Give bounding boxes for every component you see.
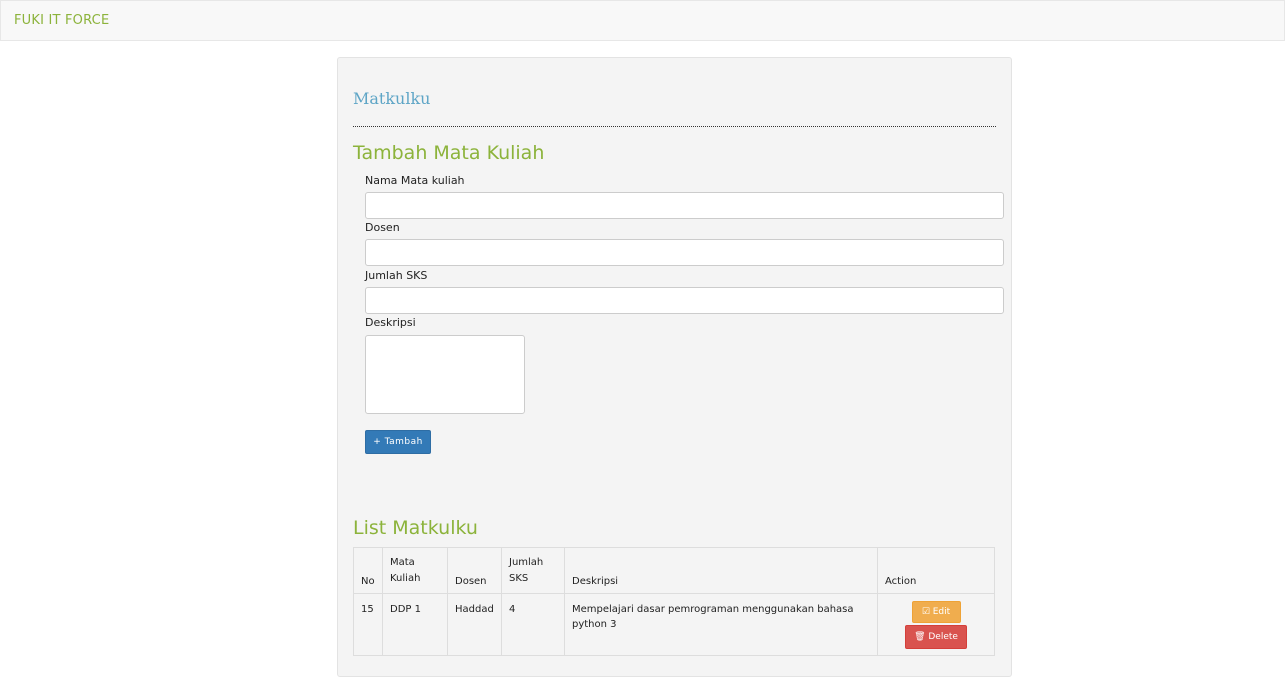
cell-action: ☑ Edit 🗑 Delete [877, 593, 995, 656]
cell-deskripsi: Mempelajari dasar pemrograman menggunaka… [564, 593, 878, 656]
matkul-table: No Mata Kuliah Dosen Jumlah SKS Deskrips… [353, 547, 995, 656]
form-title: Tambah Mata Kuliah [353, 142, 545, 164]
col-no: No [353, 547, 383, 594]
sks-label: Jumlah SKS [365, 269, 428, 282]
edit-icon: ☑ [921, 607, 933, 617]
sks-input[interactable] [365, 287, 1004, 314]
divider [353, 126, 996, 127]
col-sks: Jumlah SKS [501, 547, 565, 594]
deskripsi-label: Deskripsi [365, 316, 416, 329]
col-sks-label: Jumlah SKS [509, 557, 544, 584]
page-title: Matkulku [353, 89, 431, 108]
deskripsi-textarea[interactable] [365, 335, 525, 414]
col-action: Action [877, 547, 995, 594]
col-mata-kuliah: Mata Kuliah [382, 547, 448, 594]
delete-button[interactable]: 🗑 Delete [905, 625, 967, 649]
cell-dosen: Haddad [447, 593, 502, 656]
cell-no: 15 [353, 593, 383, 656]
edit-button[interactable]: ☑ Edit [911, 601, 961, 623]
cell-mata-kuliah: DDP 1 [382, 593, 448, 656]
nama-input[interactable] [365, 192, 1004, 219]
table-row: 15 DDP 1 Haddad 4 Mempelajari dasar pemr… [353, 593, 995, 656]
nama-label: Nama Mata kuliah [365, 174, 465, 187]
edit-label: Edit [932, 607, 951, 617]
cell-sks: 4 [501, 593, 565, 656]
navbar: FUKI IT FORCE [0, 0, 1285, 41]
dosen-label: Dosen [365, 221, 400, 234]
tambah-button[interactable]: + Tambah [365, 430, 431, 454]
main-panel: Matkulku Tambah Mata Kuliah Nama Mata ku… [337, 57, 1012, 677]
col-deskripsi: Deskripsi [564, 547, 878, 594]
list-title: List Matkulku [353, 517, 478, 539]
col-dosen: Dosen [447, 547, 502, 594]
delete-label: Delete [928, 632, 958, 642]
table-header-row: No Mata Kuliah Dosen Jumlah SKS Deskrips… [353, 547, 995, 594]
brand-link[interactable]: FUKI IT FORCE [14, 13, 109, 28]
trash-icon: 🗑 [914, 632, 929, 642]
cell-deskripsi-text: Mempelajari dasar pemrograman menggunaka… [572, 604, 854, 630]
dosen-input[interactable] [365, 239, 1004, 266]
col-mata-kuliah-label: Mata Kuliah [390, 557, 421, 584]
